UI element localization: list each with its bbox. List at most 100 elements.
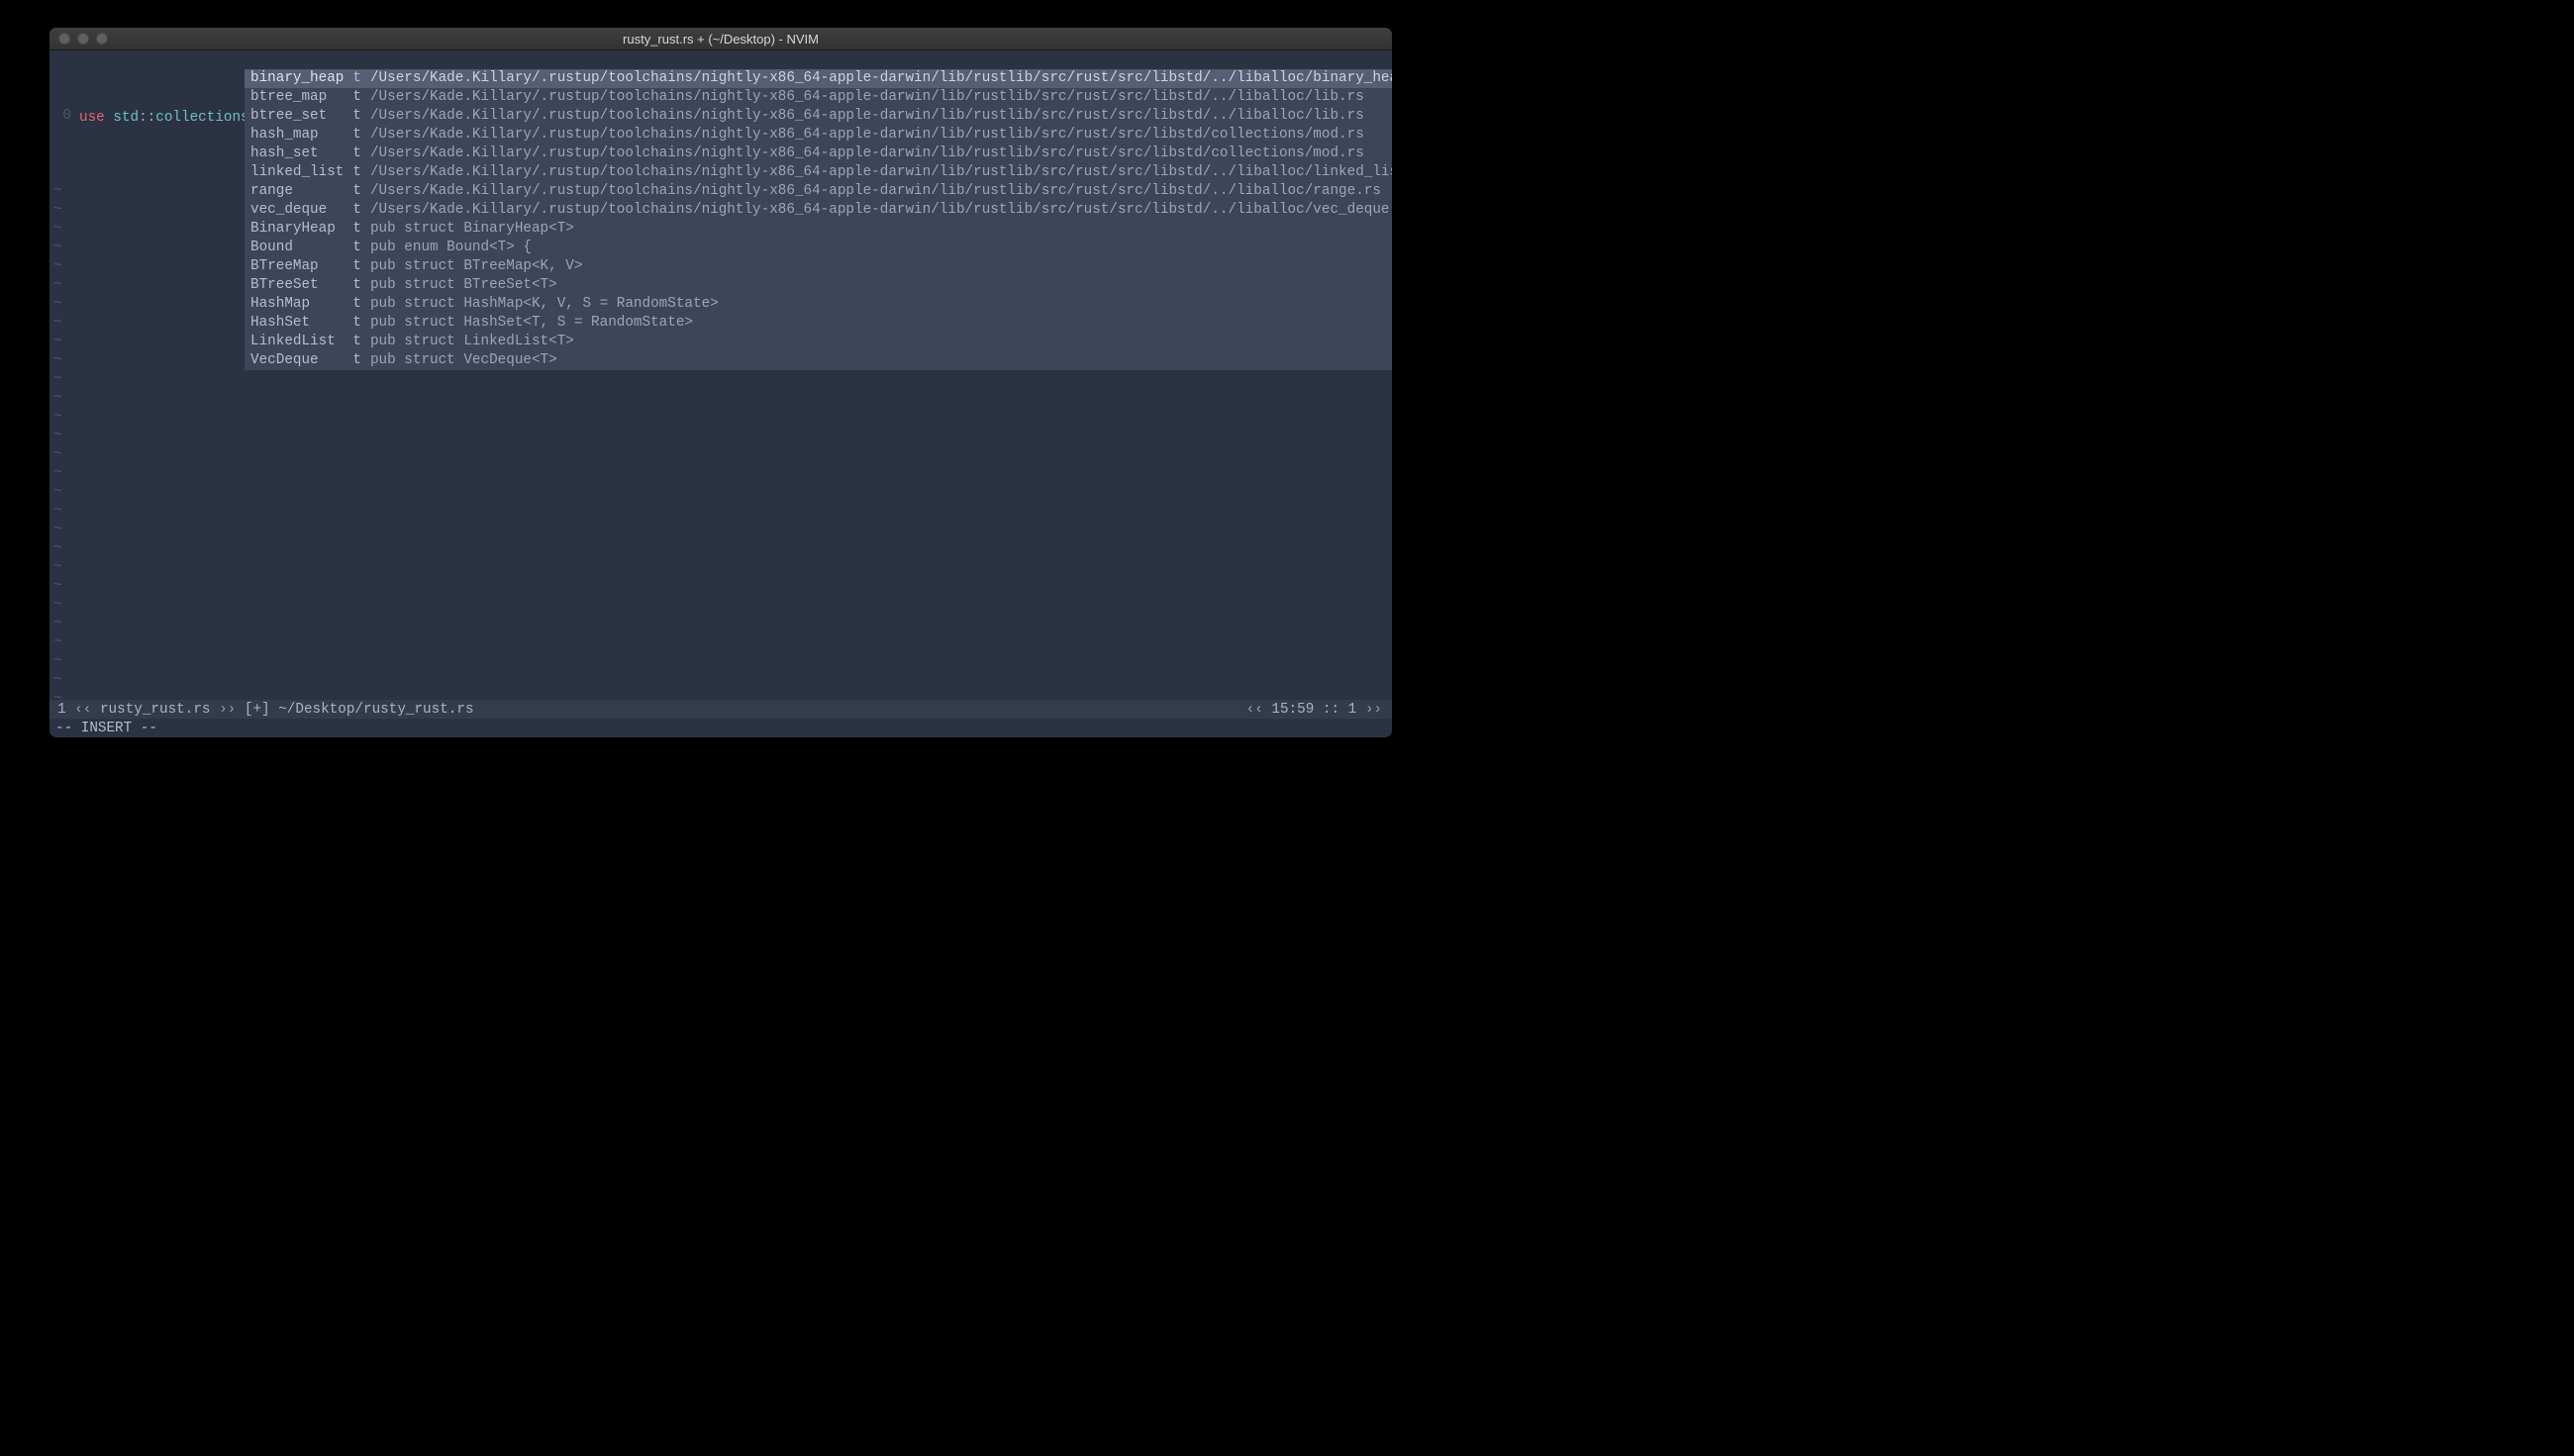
completion-item[interactable]: HashMaptpub struct HashMap<K, V, S = Ran… [245, 295, 1392, 314]
completion-desc: pub struct BTreeSet<T> [370, 276, 1392, 295]
completion-name: binary_heap [245, 69, 352, 88]
empty-line: ~ [50, 652, 1392, 671]
completion-desc: pub struct BinaryHeap<T> [370, 220, 1392, 239]
completion-name: btree_set [245, 107, 352, 126]
completion-desc: /Users/Kade.Killary/.rustup/toolchains/n… [370, 201, 1392, 220]
traffic-lights [50, 33, 108, 45]
completion-name: hash_map [245, 126, 352, 145]
statusline: 1 ‹‹ rusty_rust.rs ›› [+] ~/Desktop/rust… [50, 700, 1392, 719]
completion-kind: t [352, 220, 370, 239]
tilde-icon: ~ [50, 295, 62, 314]
tilde-icon: ~ [50, 521, 62, 539]
completion-item[interactable]: ranget/Users/Kade.Killary/.rustup/toolch… [245, 182, 1392, 201]
terminal-window: rusty_rust.rs + (~/Desktop) - NVIM 0 use… [50, 28, 1392, 737]
chevron-left-icon: ‹‹ [1246, 702, 1263, 718]
completion-item[interactable]: btree_sett/Users/Kade.Killary/.rustup/to… [245, 107, 1392, 126]
completion-kind: t [352, 239, 370, 257]
completion-item[interactable]: vec_dequet/Users/Kade.Killary/.rustup/to… [245, 201, 1392, 220]
completion-item[interactable]: BinaryHeaptpub struct BinaryHeap<T> [245, 220, 1392, 239]
mode-message: -- INSERT -- [50, 719, 1392, 737]
empty-line: ~ [50, 633, 1392, 652]
window-title: rusty_rust.rs + (~/Desktop) - NVIM [50, 32, 1392, 47]
zoom-icon[interactable] [96, 33, 108, 45]
empty-line: ~ [50, 445, 1392, 464]
status-time: 15:59 [1271, 702, 1314, 718]
tilde-icon: ~ [50, 427, 62, 445]
completion-item[interactable]: HashSettpub struct HashSet<T, S = Random… [245, 314, 1392, 333]
completion-kind: t [352, 163, 370, 182]
tilde-icon: ~ [50, 257, 62, 276]
completion-desc: /Users/Kade.Killary/.rustup/toolchains/n… [370, 182, 1392, 201]
empty-line: ~ [50, 521, 1392, 539]
completion-kind: t [352, 145, 370, 163]
completion-name: BTreeSet [245, 276, 352, 295]
completion-item[interactable]: hash_mapt/Users/Kade.Killary/.rustup/too… [245, 126, 1392, 145]
completion-kind: t [352, 107, 370, 126]
editor-viewport[interactable]: 0 use std::collections:: ~~~~~~~~~~~~~~~… [50, 50, 1392, 700]
status-path: ~/Desktop/rusty_rust.rs [278, 702, 473, 718]
tilde-icon: ~ [50, 351, 62, 370]
tilde-icon: ~ [50, 370, 62, 389]
tilde-icon: ~ [50, 276, 62, 295]
status-filename: rusty_rust.rs [100, 702, 211, 718]
empty-line: ~ [50, 427, 1392, 445]
tilde-icon: ~ [50, 445, 62, 464]
completion-desc: /Users/Kade.Killary/.rustup/toolchains/n… [370, 145, 1392, 163]
completion-name: VecDeque [245, 351, 352, 370]
completion-desc: /Users/Kade.Killary/.rustup/toolchains/n… [370, 69, 1392, 88]
completion-desc: pub struct LinkedList<T> [370, 333, 1392, 351]
completion-kind: t [352, 126, 370, 145]
tilde-icon: ~ [50, 201, 62, 220]
completion-kind: t [352, 182, 370, 201]
mod-collections: collections [155, 110, 248, 126]
completion-desc: /Users/Kade.Killary/.rustup/toolchains/n… [370, 126, 1392, 145]
completion-name: hash_set [245, 145, 352, 163]
completion-desc: pub struct HashMap<K, V, S = RandomState… [370, 295, 1392, 314]
completion-item[interactable]: binary_heapt/Users/Kade.Killary/.rustup/… [245, 69, 1392, 88]
tilde-icon: ~ [50, 652, 62, 671]
tilde-icon: ~ [50, 539, 62, 558]
completion-desc: /Users/Kade.Killary/.rustup/toolchains/n… [370, 88, 1392, 107]
empty-line: ~ [50, 596, 1392, 615]
tilde-icon: ~ [50, 690, 62, 700]
completion-item[interactable]: LinkedListtpub struct LinkedList<T> [245, 333, 1392, 351]
completion-item[interactable]: btree_mapt/Users/Kade.Killary/.rustup/to… [245, 88, 1392, 107]
chevron-left-icon: ‹‹ [74, 702, 91, 718]
completion-item[interactable]: BTreeMaptpub struct BTreeMap<K, V> [245, 257, 1392, 276]
completion-kind: t [352, 276, 370, 295]
completion-desc: pub struct BTreeMap<K, V> [370, 257, 1392, 276]
status-right: ‹‹ 15:59 :: 1 ›› [1246, 702, 1382, 718]
completion-desc: pub struct VecDeque<T> [370, 351, 1392, 370]
completion-item[interactable]: BTreeSettpub struct BTreeSet<T> [245, 276, 1392, 295]
path-sep: :: [139, 110, 155, 126]
tilde-icon: ~ [50, 389, 62, 408]
completion-desc: pub struct HashSet<T, S = RandomState> [370, 314, 1392, 333]
empty-line: ~ [50, 389, 1392, 408]
empty-line: ~ [50, 577, 1392, 596]
status-lnum: 1 [1348, 702, 1357, 718]
tilde-icon: ~ [50, 633, 62, 652]
completion-item[interactable]: hash_sett/Users/Kade.Killary/.rustup/too… [245, 145, 1392, 163]
completion-kind: t [352, 295, 370, 314]
completion-kind: t [352, 314, 370, 333]
empty-line: ~ [50, 502, 1392, 521]
tilde-icon: ~ [50, 408, 62, 427]
completion-kind: t [352, 69, 370, 88]
code-text[interactable]: use std::collections:: [75, 107, 267, 126]
modified-flag: [+] [245, 702, 270, 718]
completion-name: vec_deque [245, 201, 352, 220]
mod-std: std [113, 110, 139, 126]
status-left: 1 ‹‹ rusty_rust.rs ›› [+] ~/Desktop/rust… [57, 702, 474, 718]
tilde-icon: ~ [50, 483, 62, 502]
tilde-icon: ~ [50, 615, 62, 633]
close-icon[interactable] [58, 33, 70, 45]
completion-kind: t [352, 257, 370, 276]
window-titlebar[interactable]: rusty_rust.rs + (~/Desktop) - NVIM [50, 28, 1392, 50]
completion-item[interactable]: VecDequetpub struct VecDeque<T> [245, 351, 1392, 370]
completion-item[interactable]: linked_listt/Users/Kade.Killary/.rustup/… [245, 163, 1392, 182]
minimize-icon[interactable] [77, 33, 89, 45]
tilde-icon: ~ [50, 596, 62, 615]
completion-item[interactable]: Boundtpub enum Bound<T> { [245, 239, 1392, 257]
completion-popup[interactable]: binary_heapt/Users/Kade.Killary/.rustup/… [245, 69, 1392, 370]
line-number: 0 [50, 107, 75, 126]
